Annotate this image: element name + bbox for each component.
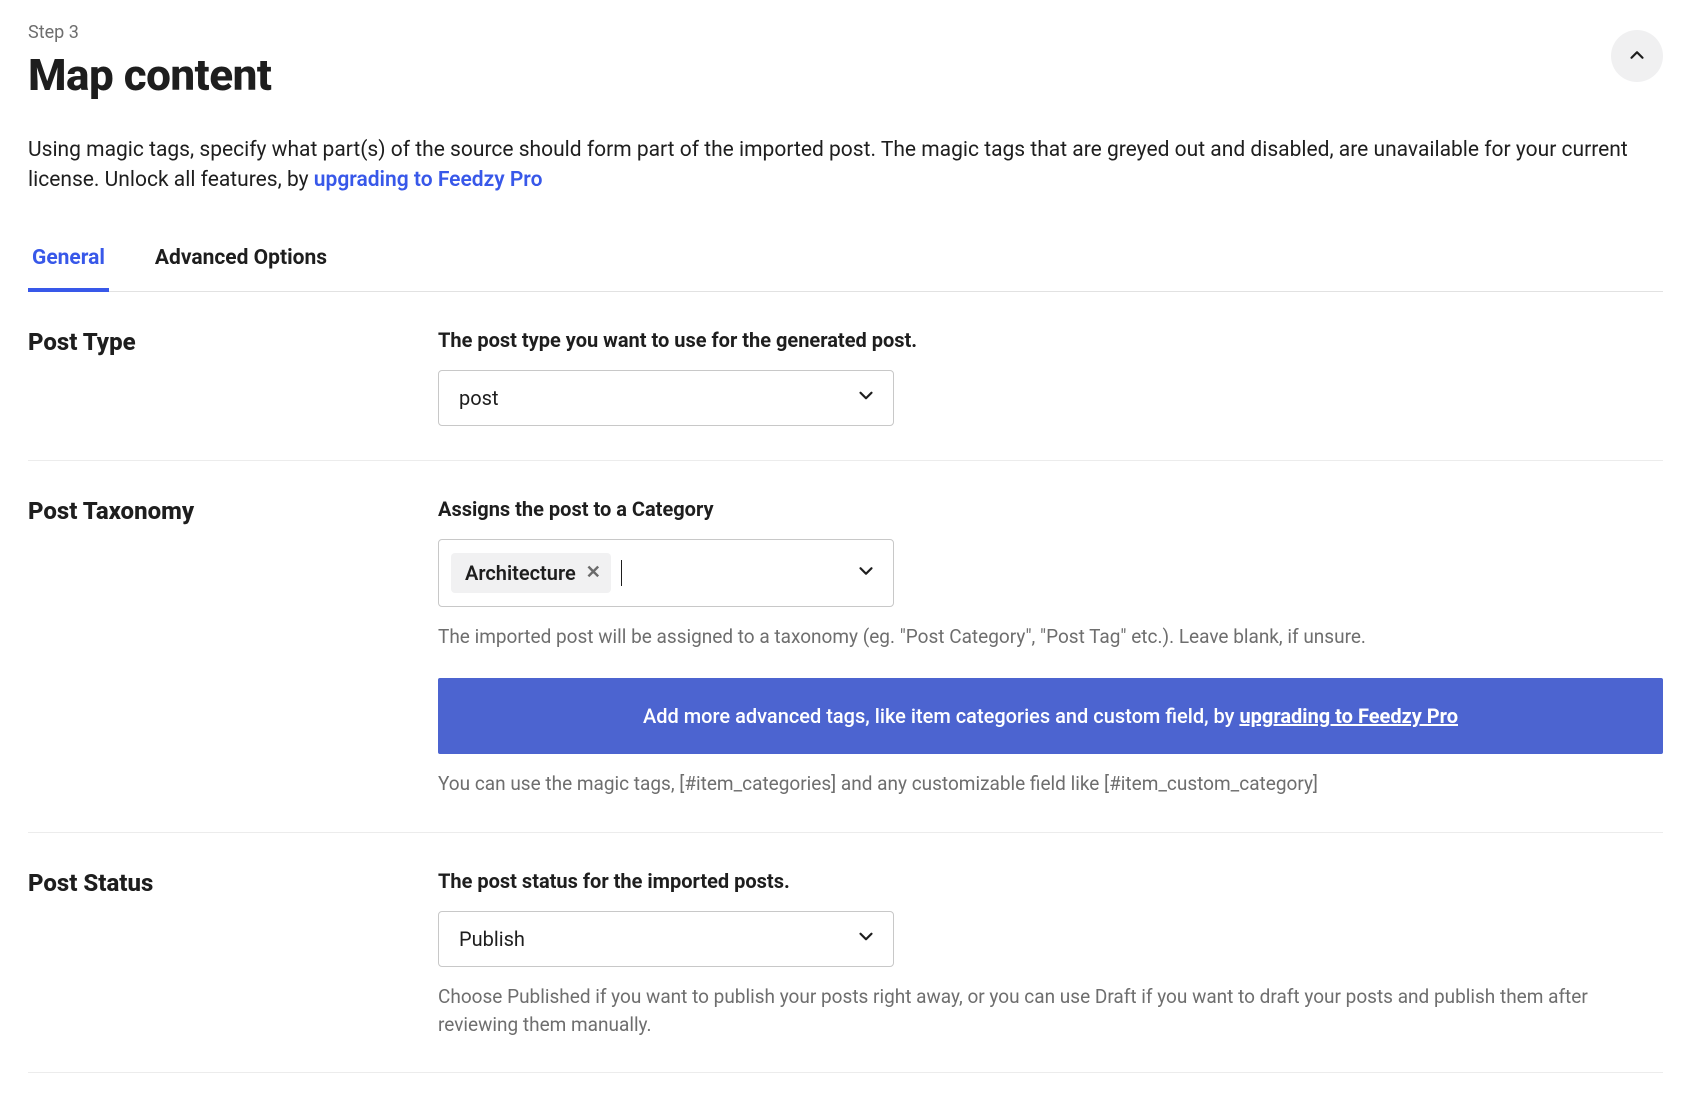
post-taxonomy-combobox[interactable]: Architecture ✕ [438,539,894,607]
remove-tag-icon[interactable]: ✕ [586,564,601,582]
collapse-button[interactable] [1611,30,1663,82]
page-title: Map content [28,49,271,101]
taxonomy-tag-chip: Architecture ✕ [451,553,611,593]
intro-text: Using magic tags, specify what part(s) o… [28,135,1648,196]
text-cursor [621,560,622,586]
upgrade-banner-text: Add more advanced tags, like item catego… [643,704,1239,728]
post-type-label: The post type you want to use for the ge… [438,328,1663,352]
tabs: General Advanced Options [28,236,1663,292]
post-status-label: The post status for the imported posts. [438,869,1663,893]
post-type-value: post [459,386,499,410]
section-post-taxonomy: Post Taxonomy Assigns the post to a Cate… [28,461,1663,833]
tab-general[interactable]: General [28,236,109,292]
post-taxonomy-label: Assigns the post to a Category [438,497,1663,521]
upgrade-link[interactable]: upgrading to Feedzy Pro [314,168,543,192]
post-taxonomy-help: The imported post will be assigned to a … [438,623,1663,651]
taxonomy-tag-label: Architecture [465,561,576,585]
chevron-down-icon [855,384,877,411]
post-status-select[interactable]: Publish [438,911,894,967]
upgrade-banner-link[interactable]: upgrading to Feedzy Pro [1239,704,1458,728]
step-label: Step 3 [28,22,271,43]
post-taxonomy-heading: Post Taxonomy [28,497,438,525]
post-status-value: Publish [459,927,525,951]
post-status-help: Choose Published if you want to publish … [438,983,1663,1038]
section-post-status: Post Status The post status for the impo… [28,833,1663,1073]
intro-text-body: Using magic tags, specify what part(s) o… [28,138,1628,192]
post-type-heading: Post Type [28,328,438,356]
post-status-heading: Post Status [28,869,438,897]
post-type-select[interactable]: post [438,370,894,426]
chevron-up-icon [1626,44,1648,69]
section-post-type: Post Type The post type you want to use … [28,292,1663,461]
chevron-down-icon [855,925,877,952]
tab-advanced-options[interactable]: Advanced Options [151,236,331,292]
upgrade-banner: Add more advanced tags, like item catego… [438,678,1663,754]
post-taxonomy-magic-help: You can use the magic tags, [#item_categ… [438,770,1663,798]
chevron-down-icon[interactable] [855,560,877,586]
